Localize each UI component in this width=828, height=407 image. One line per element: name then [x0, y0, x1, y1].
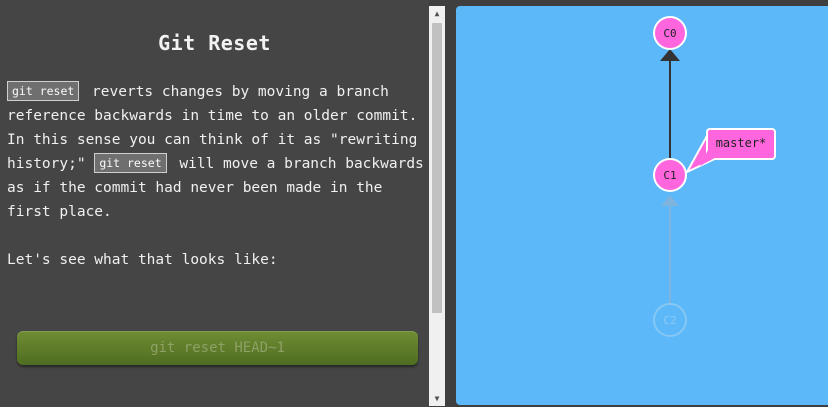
commit-label-c1: C1	[663, 169, 676, 182]
vertical-scrollbar[interactable]: ▲ ▼	[429, 6, 445, 406]
arrow-head-icon	[661, 195, 679, 206]
commit-label-c2: C2	[663, 314, 676, 327]
inline-code: git reset	[94, 153, 167, 173]
scroll-down-icon[interactable]: ▼	[429, 391, 445, 406]
branch-tag-master[interactable]: master*	[686, 128, 776, 173]
lesson-title: Git Reset	[158, 31, 271, 55]
scroll-up-icon[interactable]: ▲	[429, 6, 445, 21]
lesson-text: git reset reverts changes by moving a br…	[7, 80, 427, 272]
lesson-paragraph: git reset reverts changes by moving a br…	[7, 80, 427, 224]
arrow-head-icon	[660, 49, 680, 61]
scroll-thumb[interactable]	[432, 23, 442, 313]
git-graph-canvas: C0 C1 C2 master*	[456, 6, 828, 405]
run-command-button[interactable]: git reset HEAD~1	[17, 331, 418, 365]
git-graph: C0 C1 C2 master*	[653, 16, 776, 337]
inline-code: git reset	[7, 81, 80, 101]
commit-label-c0: C0	[663, 27, 676, 40]
lesson-pane: Git Reset git reset reverts changes by m…	[0, 0, 429, 407]
branch-label: master*	[716, 136, 767, 150]
lesson-prompt: Let's see what that looks like:	[7, 252, 278, 268]
